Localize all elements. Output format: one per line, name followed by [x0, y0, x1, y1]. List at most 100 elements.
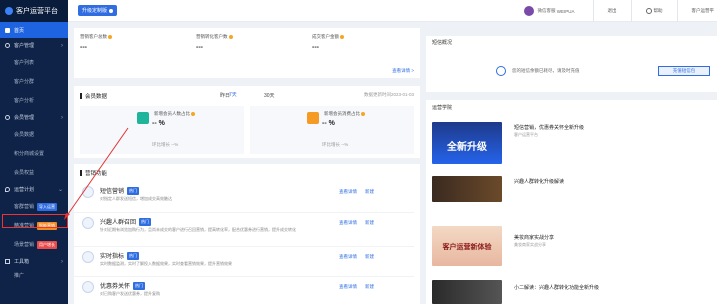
- view-details-link[interactable]: 查看详情: [339, 220, 357, 225]
- platform-link[interactable]: 客户运营平: [678, 8, 717, 14]
- coupon-icon: [82, 281, 94, 293]
- sms-overview-card: 短信概况 您的短信余额已耗尽，请及时充值 充值短信包: [426, 36, 717, 92]
- help-label: 帮助: [653, 8, 663, 13]
- view-details-link[interactable]: 查看详情: [339, 284, 357, 289]
- chart-icon: [82, 251, 94, 263]
- article-sub: 美妆商家实战分享: [514, 242, 546, 247]
- stat-value: -- %: [322, 120, 335, 127]
- upgrade-button[interactable]: 升级定制版: [78, 5, 118, 16]
- new-link[interactable]: 新建: [365, 220, 374, 225]
- tool-desc: 对指定人群发送短信，增加成交高效触达: [100, 196, 172, 201]
- article-title: 小二解读：兴趣人群转化功能全新升级: [514, 285, 600, 291]
- topbar: 升级定制版 微信客服 WEIPUA 退出 帮助 客户运营平: [68, 0, 717, 22]
- sidebar-item-label: 会员数据: [14, 132, 35, 138]
- sms-icon: [82, 186, 94, 198]
- help-icon: [645, 8, 652, 14]
- sidebar-item-member-benefits[interactable]: 会员权益: [0, 163, 68, 182]
- tool-title: 短信营销: [100, 189, 125, 195]
- tool-row-sms[interactable]: 短信营销 热门 对指定人群发送短信，增加成交高效触达 查看详情 新建: [74, 182, 414, 216]
- sidebar-item-scene-marketing[interactable]: 场景营销 用户增长: [0, 235, 68, 254]
- sidebar-item-label: 会员权益: [14, 170, 35, 176]
- brand-logo-icon: [5, 7, 13, 15]
- stat-value: -- %: [152, 120, 165, 127]
- user-id: WEIPUA: [556, 8, 575, 14]
- help-link[interactable]: 帮助: [632, 8, 677, 14]
- logout-link[interactable]: 退出: [594, 8, 631, 14]
- sidebar-item-label: 运营计划: [14, 187, 35, 193]
- tag-badge: 用户增长: [37, 240, 58, 249]
- stat-label: 新增会员人数占比: [154, 111, 190, 116]
- chevron-right-icon: ›: [61, 258, 63, 265]
- hot-badge: 热门: [133, 281, 146, 290]
- tool-row-interest-recall[interactable]: 兴趣人群召回 热门 针对近期有浏览加购行为，且尚未成交的客户进行召回营销，提高转化…: [74, 212, 414, 246]
- stats-details-link[interactable]: 查看详情 >: [392, 68, 414, 74]
- sidebar-item-label: 客户分析: [14, 98, 35, 104]
- section-title: 运营学院: [432, 105, 453, 111]
- overview-text: 您的短信余额已耗尽，请及时充值: [512, 68, 580, 73]
- section-title: 短信概况: [432, 40, 453, 46]
- info-icon[interactable]: [191, 112, 195, 116]
- sidebar-item-label: 客户列表: [14, 60, 35, 66]
- sidebar-item-customer-groups[interactable]: 客户分群: [0, 72, 68, 91]
- info-icon[interactable]: [340, 35, 344, 39]
- article-sub: 客户运营平台: [514, 132, 538, 137]
- chevron-down-icon: ⌄: [57, 187, 63, 193]
- sidebar-item-member-data[interactable]: 会员数据: [0, 125, 68, 144]
- user-menu[interactable]: 微信客服 WEIPUA: [524, 6, 575, 16]
- chevron-right-icon: ›: [61, 114, 63, 121]
- tool-row-realtime[interactable]: 实时指标 热门 实时数据监测，实时了解投入数据效果，实时查看营销效果，提升营销效果…: [74, 246, 414, 280]
- tab-30d[interactable]: 30天: [264, 92, 275, 99]
- recharge-button[interactable]: 充值短信包: [658, 66, 710, 76]
- chevron-right-icon: [109, 8, 114, 13]
- sidebar-item-customer-analysis[interactable]: 客户分析: [0, 91, 68, 110]
- users-icon: [5, 43, 10, 48]
- view-details-link[interactable]: 查看详情: [339, 254, 357, 259]
- avatar: [524, 6, 535, 16]
- member-spend-panel: 新增会员消费占比 -- % 环比增长 --%: [250, 106, 414, 154]
- stats-card: 营销客户总数 --- 营销转化客户数 --- 成交客户金额 --- 查看详情 >: [74, 28, 420, 78]
- sidebar-group-customers[interactable]: 客户管理 ›: [0, 38, 68, 53]
- section-title-text: 会员数据: [85, 94, 108, 100]
- stat-value: ---: [80, 44, 87, 51]
- highlight-box: [2, 214, 68, 228]
- member-icon: [5, 115, 10, 120]
- sidebar-item-label: 客户管理: [14, 43, 35, 49]
- logout-label: 退出: [607, 8, 617, 13]
- new-link[interactable]: 新建: [365, 189, 374, 194]
- sidebar-item-label: 积分商城设置: [14, 151, 45, 157]
- new-link[interactable]: 新建: [365, 284, 374, 289]
- topbar-right: 微信客服 WEIPUA 退出 帮助 客户运营平: [524, 0, 717, 22]
- thumb-text: 客户运营新体验: [442, 244, 492, 251]
- sidebar-item-promotion[interactable]: 推广: [0, 269, 68, 281]
- stat-value: ---: [196, 44, 203, 51]
- clock-icon: [496, 66, 506, 76]
- sidebar-item-home[interactable]: 首页: [0, 22, 68, 38]
- tool-row-coupon[interactable]: 优惠券关怀 热门 对已购客户发送优惠券，提升复购 查看详情 新建: [74, 276, 414, 304]
- sidebar-item-customer-list[interactable]: 客户列表: [0, 53, 68, 72]
- tool-desc: 实时数据监测，实时了解投入数据效果，实时查看营销效果，提升营销效果: [100, 261, 232, 266]
- sidebar-group-toolbox[interactable]: 工具箱 ›: [0, 254, 68, 269]
- sidebar-group-members[interactable]: 会员管理 ›: [0, 110, 68, 125]
- tab-7d[interactable]: 7天: [229, 91, 237, 98]
- brand[interactable]: 客户运营平台: [0, 0, 68, 22]
- info-icon[interactable]: [108, 35, 112, 39]
- member-count-panel: 新增会员人数占比 -- % 环比增长 --%: [80, 106, 244, 154]
- article-thumbnail: 客户运营新体验: [432, 226, 502, 266]
- section-title: 营销功能: [80, 169, 107, 177]
- stat-marketing-customers: 营销客户总数 ---: [80, 34, 112, 51]
- chevron-right-icon: ›: [61, 42, 63, 49]
- sidebar-group-campaigns[interactable]: 运营计划 ⌄: [0, 182, 68, 197]
- article-thumbnail: [432, 176, 502, 202]
- sidebar-item-label: 首页: [14, 27, 25, 34]
- brand-title: 客户运营平台: [16, 8, 58, 15]
- info-icon[interactable]: [361, 112, 365, 116]
- view-details-link[interactable]: 查看详情: [339, 189, 357, 194]
- info-icon[interactable]: [228, 35, 233, 39]
- money-icon: [307, 112, 319, 124]
- hot-badge: 热门: [127, 251, 140, 260]
- tool-desc: 对已购客户发送优惠券，提升复购: [100, 291, 160, 296]
- hot-badge: 热门: [127, 186, 140, 195]
- sidebar-item-points-mall[interactable]: 积分商城设置: [0, 144, 68, 163]
- new-link[interactable]: 新建: [365, 254, 374, 259]
- stat-label: 新增会员消费占比: [324, 111, 360, 116]
